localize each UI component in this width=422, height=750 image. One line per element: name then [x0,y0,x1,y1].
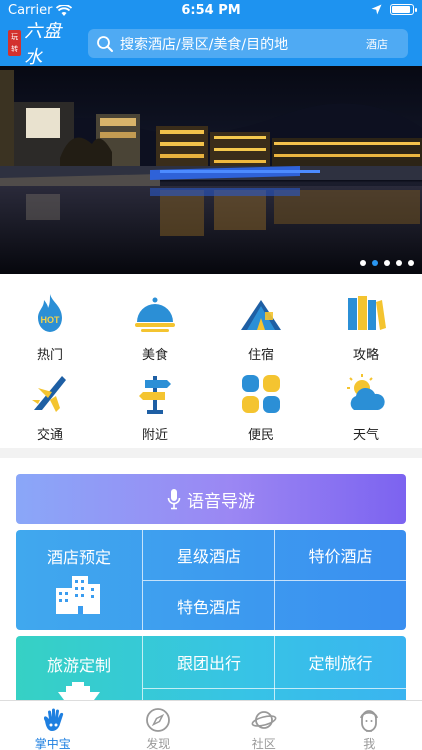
group-tour-button[interactable]: 跟团出行 [144,636,274,688]
carousel-dots[interactable] [360,260,414,266]
quick-nav-label: 住宿 [247,348,274,363]
signpost-icon [139,376,171,414]
food-cloche-icon [135,297,175,332]
tab-community[interactable]: 社区 [211,701,317,750]
hotel-booking-title: 酒店预定 [46,548,111,567]
status-time: 6:54 PM [181,3,241,18]
carousel-dot[interactable] [372,260,378,266]
custom-trip-button[interactable]: 定制旅行 [275,636,406,688]
battery-icon [390,4,417,15]
search-bar[interactable]: 搜索酒店/景区/美食/目的地 酒店 [88,29,408,58]
boutique-hotel-button[interactable]: 特色酒店 [144,581,274,630]
app-logo[interactable]: 玩转 六盘水 [8,21,78,68]
star-hotel-button[interactable]: 星级酒店 [144,530,274,580]
travel-divider-horizontal [143,688,406,689]
profile-face-icon [360,710,379,732]
location-arrow-icon [371,4,382,15]
banner-carousel[interactable] [0,66,422,274]
tab-label: 我 [363,737,376,750]
quick-nav-label: 攻略 [352,348,379,363]
status-right [371,4,417,15]
quick-nav-label: 便民 [247,428,274,443]
hot-flame-icon: HOT [38,294,62,332]
carousel-dot[interactable] [396,260,402,266]
tab-profile[interactable]: 我 [317,701,422,750]
hotel-booking-panel: 酒店预定 星级酒店 特价酒店 特色酒店 [16,530,406,630]
travel-custom-panel: 旅游定制 跟团出行 定制旅行 [16,636,406,700]
banner-image [0,66,422,274]
quick-nav-lodging[interactable]: 住宿 [226,292,296,364]
airplane-icon [32,376,66,412]
quick-nav-hot[interactable]: HOT 热门 [15,292,85,364]
tab-home[interactable]: 掌中宝 [0,701,106,750]
voice-guide-button[interactable]: 语音导游 [16,474,406,524]
travel-custom-title: 旅游定制 [46,656,111,675]
bottom-tab-bar: 掌中宝 发现 社区 我 [0,700,422,750]
carousel-dot[interactable] [408,260,414,266]
quick-nav-label: 交通 [36,428,63,443]
logo-text: 六盘水 [24,21,63,68]
grid-tiles-icon [242,375,280,413]
carousel-dot[interactable] [360,260,366,266]
hand-icon [43,708,63,731]
search-placeholder[interactable]: 搜索酒店/景区/美食/目的地 [120,34,366,54]
tab-label: 掌中宝 [34,737,71,750]
quick-nav-label: 附近 [141,428,168,443]
tab-label: 发现 [146,737,171,750]
quick-nav-guide[interactable]: 攻略 [331,292,401,364]
quick-nav-grid: HOT 热门 美食 住宿 攻略 交通 附近 便民 天气 [0,284,422,444]
quick-nav-services[interactable]: 便民 [226,372,296,444]
hotel-booking-main[interactable]: 酒店预定 [16,530,143,630]
quick-nav-label: 天气 [352,428,379,443]
tent-icon [241,300,281,330]
travel-custom-main[interactable]: 旅游定制 [16,636,143,700]
quick-nav-transport[interactable]: 交通 [15,372,85,444]
quick-nav-weather[interactable]: 天气 [331,372,401,444]
quick-nav-food[interactable]: 美食 [120,292,190,364]
carousel-dot[interactable] [384,260,390,266]
quick-nav-label: 热门 [36,348,63,363]
tab-label: 社区 [251,737,276,750]
planet-icon [251,711,277,729]
discount-hotel-button[interactable]: 特价酒店 [275,530,406,580]
cruise-ship-icon [58,682,100,700]
books-icon [348,296,386,330]
compass-icon [146,708,171,732]
quick-nav-nearby[interactable]: 附近 [120,372,190,444]
buildings-icon [56,576,100,614]
hot-badge: HOT [41,315,61,325]
search-category-tag[interactable]: 酒店 [366,36,388,52]
weather-cloud-icon [347,374,385,410]
quick-nav-label: 美食 [141,348,168,363]
section-divider [0,448,422,458]
logo-seal: 玩转 [8,30,22,56]
microphone-icon [167,489,181,510]
search-icon [97,35,113,52]
voice-guide-label: 语音导游 [187,491,255,512]
tab-discover[interactable]: 发现 [106,701,212,750]
app-header: Carrier 6:54 PM 玩转 六盘水 搜索酒店/景区/美食/目的地 酒店 [0,0,422,68]
